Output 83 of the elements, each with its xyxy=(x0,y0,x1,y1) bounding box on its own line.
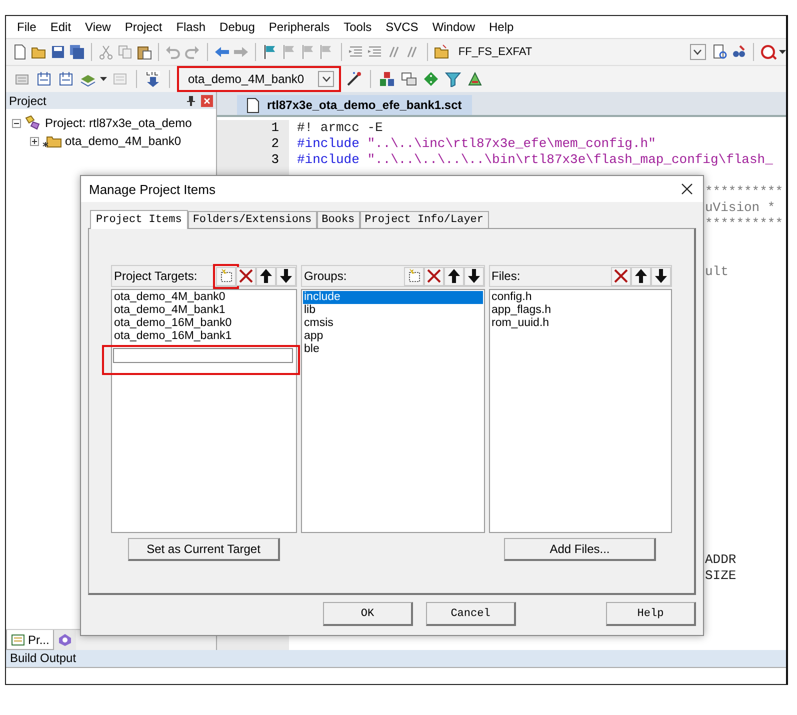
code-text: uVision * xyxy=(705,200,776,215)
list-item[interactable]: ota_demo_4M_bank0 xyxy=(113,291,295,304)
download-icon[interactable] xyxy=(143,69,163,89)
action-button[interactable]: Add Files... xyxy=(504,538,656,560)
down-arrow-button[interactable] xyxy=(651,266,671,286)
code-line: #include "..\..\inc\rtl87x3e_efe\mem_config.h" xyxy=(297,136,656,151)
delete-button[interactable] xyxy=(424,266,444,286)
collapse-icon[interactable] xyxy=(12,118,21,128)
up-arrow-button[interactable] xyxy=(444,266,464,286)
up-arrow-button[interactable] xyxy=(631,266,651,286)
panel-title: Build Output xyxy=(6,650,786,667)
list-item[interactable]: ota_demo_4M_bank1 xyxy=(113,304,295,317)
list-window-icon xyxy=(11,632,25,646)
list-item[interactable]: include xyxy=(303,291,482,304)
file-tab[interactable]: rtl87x3e_ota_demo_efe_bank1.sct xyxy=(237,95,472,115)
list-item[interactable]: app xyxy=(303,330,482,343)
dialog-tab[interactable]: Folders/Extensions xyxy=(188,211,317,228)
dialog-tab[interactable]: Books xyxy=(316,211,360,228)
list-item[interactable]: rom_uuid.h xyxy=(490,317,670,330)
dialog-tab[interactable]: Project Items xyxy=(90,210,188,229)
save-all-icon[interactable] xyxy=(68,42,86,62)
menu-item[interactable]: SVCS xyxy=(378,20,426,34)
delete-button[interactable] xyxy=(611,266,631,286)
code-text: ADDR xyxy=(705,552,736,567)
tree-item[interactable]: ota_demo_4M_bank0 xyxy=(65,134,182,148)
menu-item[interactable]: Project xyxy=(118,20,170,34)
list-title: Groups: xyxy=(304,269,347,283)
menu-item[interactable]: Tools xyxy=(336,20,379,34)
code-line: #! armcc -E xyxy=(297,120,383,135)
list-item[interactable]: ota_demo_16M_bank1 xyxy=(113,330,295,343)
list-title: Files: xyxy=(492,269,520,283)
delete-button[interactable] xyxy=(236,266,256,286)
line-number: 1 xyxy=(271,120,279,135)
line-number: 3 xyxy=(271,152,279,167)
close-icon[interactable] xyxy=(681,183,693,195)
folder-icon xyxy=(42,134,62,148)
input-field[interactable] xyxy=(113,348,293,363)
menu-item[interactable]: Flash xyxy=(169,20,213,34)
list-item[interactable]: config.h xyxy=(490,291,670,304)
magnifier-icon[interactable] xyxy=(760,42,778,62)
down-arrow-button[interactable] xyxy=(464,266,484,286)
dialog-tab[interactable]: Project Info/Layer xyxy=(360,211,488,228)
blocks-icon[interactable] xyxy=(377,69,397,89)
tree-item[interactable]: Project: rtl87x3e_ota_demo xyxy=(45,116,192,130)
panel-tab[interactable] xyxy=(54,630,76,650)
line-number: 2 xyxy=(271,136,279,151)
list-item[interactable]: app_flags.h xyxy=(490,304,670,317)
list-item[interactable]: lib xyxy=(303,304,482,317)
action-button[interactable]: Set as Current Target xyxy=(128,538,280,560)
file-icon xyxy=(247,98,259,112)
new-item-button[interactable] xyxy=(404,266,424,286)
menu-item[interactable]: Help xyxy=(482,20,521,34)
expand-icon[interactable] xyxy=(30,136,39,146)
dropdown-arrow-icon[interactable] xyxy=(779,49,786,55)
menu-item[interactable]: Peripherals xyxy=(262,20,337,34)
menu-item[interactable]: File xyxy=(10,20,44,34)
book-icon xyxy=(58,633,72,647)
list-item[interactable]: ble xyxy=(303,343,482,356)
list-item[interactable]: cmsis xyxy=(303,317,482,330)
dialog-title: Manage Project Items xyxy=(89,182,216,196)
new-item-button[interactable] xyxy=(216,266,236,286)
menu-item[interactable]: Window xyxy=(425,20,482,34)
code-line: #include "..\..\..\..\..\bin\rtl87x3e\flash_map_config\flash_ xyxy=(297,152,773,167)
down-arrow-button[interactable] xyxy=(276,266,296,286)
pin-icon[interactable] xyxy=(187,96,195,106)
panel-title: Project xyxy=(9,94,46,108)
code-text: SIZE xyxy=(705,568,736,583)
dropdown-arrow-icon[interactable] xyxy=(100,76,108,82)
code-text: ult xyxy=(705,264,728,279)
panel-tab[interactable]: Pr... xyxy=(6,630,54,650)
menu-item[interactable]: Edit xyxy=(43,20,78,34)
list-title: Project Targets: xyxy=(114,269,198,283)
menu-item[interactable]: View xyxy=(78,20,118,34)
help-button[interactable]: Help xyxy=(606,602,696,626)
code-text: ********** xyxy=(705,184,784,199)
list-item[interactable]: ota_demo_16M_bank0 xyxy=(113,317,295,330)
menu-item[interactable]: Debug xyxy=(212,20,262,34)
code-text: ********** xyxy=(705,216,784,231)
cancel-button[interactable]: Cancel xyxy=(426,602,516,626)
ok-button[interactable]: OK xyxy=(323,602,413,626)
project-icon xyxy=(24,115,42,131)
find-text-field[interactable]: FF_FS_EXFAT xyxy=(452,43,710,61)
up-arrow-button[interactable] xyxy=(256,266,276,286)
